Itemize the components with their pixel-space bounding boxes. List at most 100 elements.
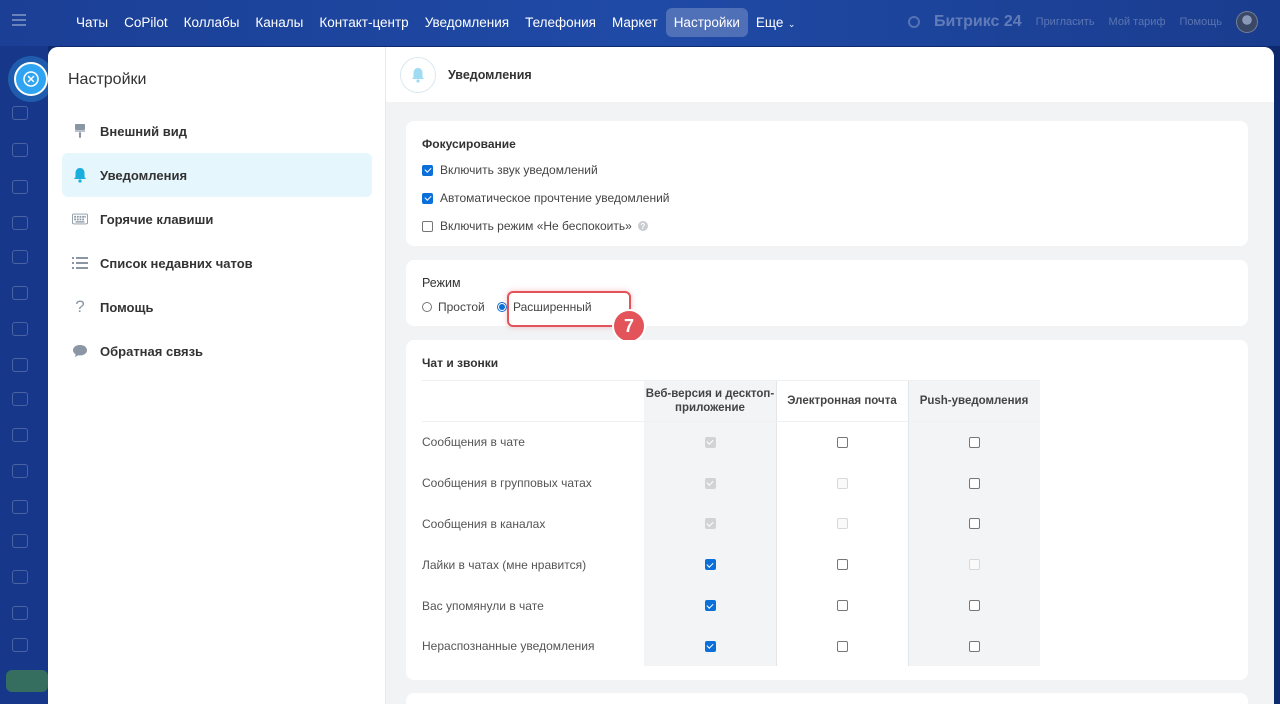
email-checkbox[interactable] bbox=[836, 436, 848, 448]
email-checkbox[interactable] bbox=[836, 640, 848, 652]
sound-checkbox[interactable] bbox=[422, 164, 433, 176]
rail-icon[interactable] bbox=[12, 286, 28, 300]
rail-icon[interactable] bbox=[12, 216, 28, 230]
mode-extended-radio[interactable] bbox=[497, 302, 507, 312]
row-label: Сообщения в групповых чатах bbox=[422, 476, 592, 491]
help-link[interactable]: Помощь bbox=[1180, 16, 1223, 28]
settings-sidebar: Настройки Внешний вид Уведомления Горячи… bbox=[48, 47, 386, 704]
table-cell bbox=[644, 504, 776, 545]
table-cell bbox=[908, 585, 1040, 626]
nav-item-collabs[interactable]: Коллабы bbox=[176, 8, 248, 37]
menu-item-feedback[interactable]: Обратная связь bbox=[62, 329, 372, 373]
content-header: Уведомления bbox=[386, 47, 1274, 102]
avatar[interactable] bbox=[1236, 11, 1258, 33]
nav-item-market[interactable]: Маркет bbox=[604, 8, 666, 37]
close-icon bbox=[23, 71, 39, 87]
menu-item-label: Список недавних чатов bbox=[100, 255, 253, 271]
help-icon[interactable]: ? bbox=[637, 221, 648, 231]
menu-item-recent-chats[interactable]: Список недавних чатов bbox=[62, 241, 372, 285]
page-title: Уведомления bbox=[448, 67, 532, 82]
table-cell bbox=[908, 422, 1040, 463]
table-row: Сообщения в групповых чатах bbox=[422, 463, 1040, 504]
mode-simple-label: Простой bbox=[438, 300, 485, 314]
bell-icon bbox=[400, 56, 436, 93]
row-label: Лайки в чатах (мне нравится) bbox=[422, 557, 587, 572]
nav-item-copilot[interactable]: CoPilot bbox=[116, 8, 176, 37]
rail-icon[interactable] bbox=[12, 428, 28, 442]
rail-icon[interactable] bbox=[12, 250, 28, 264]
rail-icon[interactable] bbox=[12, 180, 28, 194]
rail-icon[interactable] bbox=[12, 143, 28, 157]
email-checkbox[interactable] bbox=[836, 559, 848, 571]
email-checkbox[interactable] bbox=[836, 600, 848, 612]
nav-item-notifications[interactable]: Уведомления bbox=[417, 8, 517, 37]
option-sound[interactable]: Включить звук уведомлений bbox=[422, 163, 598, 177]
menu-item-help[interactable]: ? Помощь bbox=[62, 285, 372, 329]
rail-icon[interactable] bbox=[12, 106, 28, 120]
rail-icon[interactable] bbox=[12, 534, 28, 548]
table-cell bbox=[776, 585, 908, 626]
top-right-area: Битрикс 24 Пригласить Мой тариф Помощь bbox=[907, 11, 1258, 33]
mode-simple-radio[interactable] bbox=[422, 302, 432, 312]
nav-item-more[interactable]: Еще ⌄ bbox=[748, 8, 804, 37]
tariff-link[interactable]: Мой тариф bbox=[1109, 16, 1166, 28]
web-checkbox[interactable] bbox=[704, 600, 716, 612]
table-row: Лайки в чатах (мне нравится) bbox=[422, 544, 1040, 585]
settings-modal: Настройки Внешний вид Уведомления Горячи… bbox=[48, 47, 1274, 704]
nav-item-chats[interactable]: Чаты bbox=[68, 8, 116, 37]
option-auto-read[interactable]: Автоматическое прочтение уведомлений bbox=[422, 191, 670, 205]
table-cell bbox=[644, 626, 776, 667]
nav-item-telephony[interactable]: Телефония bbox=[517, 8, 604, 37]
left-rail bbox=[0, 46, 48, 704]
table-row: Сообщения в каналах bbox=[422, 504, 1040, 545]
web-checkbox[interactable] bbox=[704, 559, 716, 571]
nav-more-label: Еще bbox=[755, 15, 784, 30]
table-cell bbox=[776, 544, 908, 585]
menu-item-label: Помощь bbox=[100, 299, 154, 315]
rail-icon[interactable] bbox=[12, 392, 28, 406]
web-checkbox bbox=[704, 477, 716, 489]
table-row: Сообщения в чате bbox=[422, 422, 1040, 463]
mode-simple[interactable]: Простой bbox=[422, 300, 485, 314]
settings-content: Уведомления Фокусирование Включить звук … bbox=[386, 47, 1274, 704]
menu-item-label: Горячие клавиши bbox=[100, 211, 214, 227]
rail-icon[interactable] bbox=[12, 570, 28, 584]
menu-item-appearance[interactable]: Внешний вид bbox=[62, 109, 372, 153]
rail-icon[interactable] bbox=[12, 500, 28, 514]
nav-item-contact-center[interactable]: Контакт-центр bbox=[311, 8, 416, 37]
search-icon[interactable] bbox=[907, 16, 920, 28]
push-checkbox[interactable] bbox=[968, 640, 980, 652]
push-checkbox[interactable] bbox=[968, 518, 980, 530]
rail-green-button[interactable] bbox=[6, 670, 48, 692]
push-checkbox[interactable] bbox=[968, 600, 980, 612]
table-row: Нераспознанные уведомления bbox=[422, 626, 1040, 667]
brush-icon bbox=[72, 123, 88, 139]
web-checkbox[interactable] bbox=[704, 640, 716, 652]
rail-icon[interactable] bbox=[12, 464, 28, 478]
table-cell bbox=[776, 422, 908, 463]
table-cell bbox=[776, 463, 908, 504]
option-dnd[interactable]: Включить режим «Не беспокоить» ? bbox=[422, 219, 648, 233]
mode-title: Режим bbox=[422, 276, 461, 290]
option-label: Включить режим «Не беспокоить» bbox=[440, 219, 632, 233]
close-settings-button[interactable] bbox=[14, 62, 48, 96]
rail-icon[interactable] bbox=[12, 638, 28, 652]
invite-link[interactable]: Пригласить bbox=[1036, 16, 1095, 28]
auto-read-checkbox[interactable] bbox=[422, 192, 433, 204]
column-header-push: Push-уведомления bbox=[919, 395, 1029, 408]
push-checkbox[interactable] bbox=[968, 477, 980, 489]
chevron-down-icon: ⌄ bbox=[785, 19, 796, 29]
rail-icon[interactable] bbox=[12, 322, 28, 336]
list-icon bbox=[72, 255, 88, 271]
menu-icon[interactable] bbox=[12, 14, 26, 28]
rail-icon[interactable] bbox=[12, 606, 28, 620]
rail-icon[interactable] bbox=[12, 358, 28, 372]
menu-item-notifications[interactable]: Уведомления bbox=[62, 153, 372, 197]
notifications-table: Веб-версия и десктоп-приложение Электрон… bbox=[422, 380, 1040, 667]
push-checkbox[interactable] bbox=[968, 436, 980, 448]
nav-item-settings[interactable]: Настройки bbox=[665, 8, 748, 37]
menu-item-hotkeys[interactable]: Горячие клавиши bbox=[62, 197, 372, 241]
focus-card: Фокусирование Включить звук уведомлений … bbox=[406, 121, 1248, 246]
dnd-checkbox[interactable] bbox=[422, 220, 433, 232]
nav-item-channels[interactable]: Каналы bbox=[247, 8, 311, 37]
